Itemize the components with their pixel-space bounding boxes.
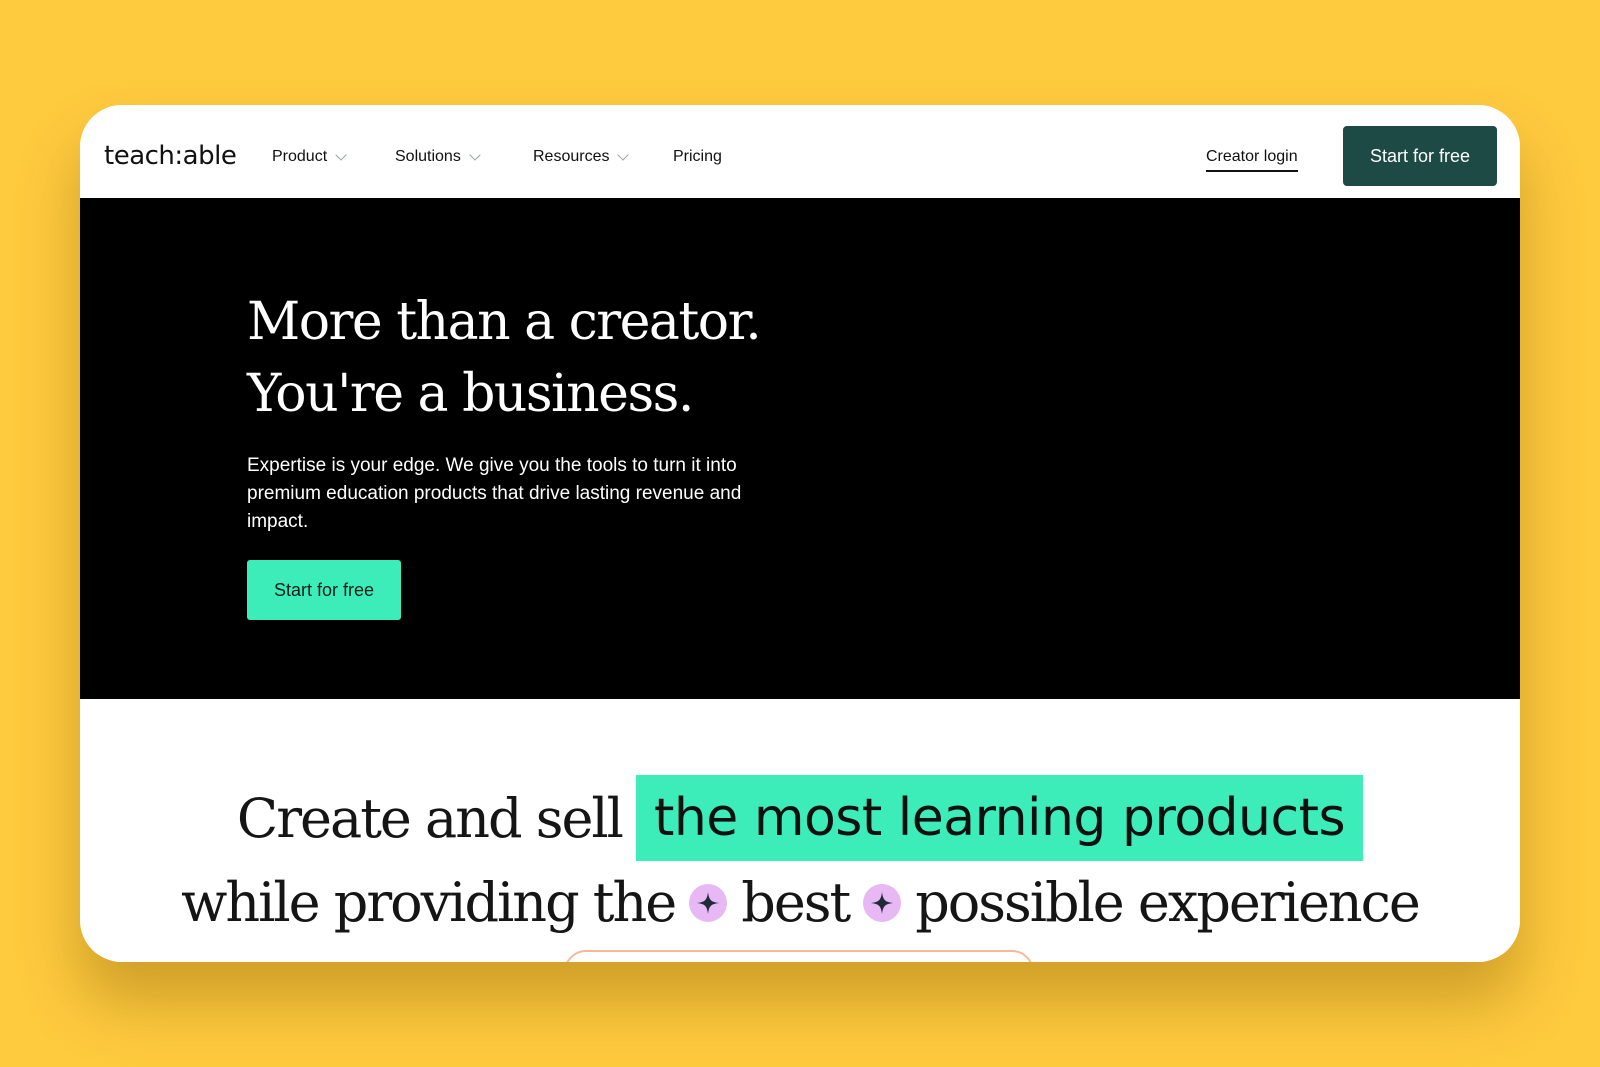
hero-title-line-1: More than a creator.	[247, 292, 762, 352]
nav-item-solutions[interactable]: Solutions	[395, 148, 481, 166]
hero-start-for-free-button[interactable]: Start for free	[247, 560, 401, 620]
tagline-text: while providing the	[181, 871, 677, 934]
top-navigation: teach:able Product Solutions Resources P…	[80, 105, 1520, 198]
nav-item-label: Product	[272, 148, 328, 165]
tagline-line-2: while providing the best possible experi…	[80, 871, 1520, 934]
chevron-down-icon	[469, 148, 481, 161]
tagline-section: Create and sell the most learning produc…	[80, 699, 1520, 962]
teachable-logo[interactable]: teach:able	[104, 141, 237, 171]
tagline-highlight: the most learning products	[635, 775, 1364, 861]
nav-item-label: Resources	[533, 148, 610, 165]
hero-section: More than a creator. You're a business. …	[80, 198, 1520, 699]
nav-item-label: Pricing	[673, 148, 722, 165]
tagline-text: best	[741, 871, 851, 934]
sparkle-icon	[863, 883, 902, 922]
nav-item-label: Solutions	[395, 148, 461, 165]
tagline-text: Create and sell	[236, 786, 624, 850]
chevron-down-icon	[617, 148, 630, 161]
chevron-down-icon	[335, 148, 347, 161]
hero-title: More than a creator. You're a business.	[247, 286, 762, 430]
sparkle-icon	[689, 883, 728, 922]
tagline-line-1: Create and sell the most learning produc…	[80, 775, 1520, 861]
browser-window: teach:able Product Solutions Resources P…	[80, 105, 1520, 962]
hero-description: Expertise is your edge. We give you the …	[247, 455, 742, 532]
nav-item-resources[interactable]: Resources	[533, 148, 630, 166]
creator-login-link[interactable]: Creator login	[1206, 148, 1298, 172]
nav-item-product[interactable]: Product	[272, 148, 347, 166]
nav-item-pricing[interactable]: Pricing	[673, 148, 722, 166]
partial-pill-element	[564, 950, 1034, 962]
start-for-free-button[interactable]: Start for free	[1343, 126, 1497, 186]
hero-title-line-2: You're a business.	[247, 364, 694, 424]
tagline-text: possible experience	[915, 871, 1421, 934]
